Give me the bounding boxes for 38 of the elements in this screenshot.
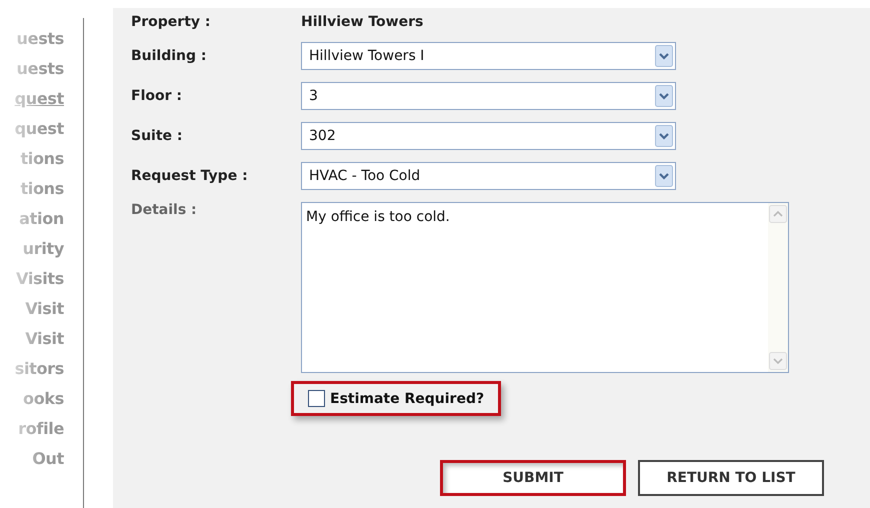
field-label: Building : <box>131 48 208 64</box>
sidebar-item[interactable]: ooks <box>23 387 64 410</box>
estimate-checkbox[interactable]: Estimate Required? <box>291 381 502 416</box>
sidebar-item[interactable]: tions <box>20 147 64 170</box>
sidebar-item[interactable]: Visits <box>16 267 64 290</box>
dropdown[interactable]: Hillview Towers I <box>301 42 676 70</box>
sidebar-item[interactable]: ation <box>19 207 64 230</box>
chevron-down-icon <box>655 125 673 147</box>
scrollbar[interactable] <box>768 203 788 372</box>
sidebar-item[interactable]: Out <box>32 447 64 470</box>
chevron-down-icon <box>655 85 673 107</box>
scroll-down-icon[interactable] <box>769 352 787 370</box>
return-button[interactable]: RETURN TO LIST <box>638 460 824 496</box>
dropdown[interactable]: HVAC - Too Cold <box>301 162 676 190</box>
chevron-down-icon <box>655 165 673 187</box>
sidebar-item[interactable]: Visit <box>25 327 64 350</box>
sidebar-item[interactable]: uests <box>16 27 64 50</box>
field-label: Request Type : <box>131 168 249 184</box>
field-label: Floor : <box>131 88 183 104</box>
sidebar-item[interactable]: Visit <box>25 297 64 320</box>
sidebar-item[interactable]: quest <box>14 87 64 110</box>
sidebar-item[interactable]: urity <box>22 237 64 260</box>
field-label: Property : <box>131 14 212 30</box>
field-label: Details : <box>131 202 198 218</box>
chevron-down-icon <box>655 45 673 67</box>
sidebar-item[interactable]: rofile <box>18 417 64 440</box>
scroll-up-icon[interactable] <box>769 205 787 223</box>
dropdown[interactable]: 302 <box>301 122 676 150</box>
sidebar-item[interactable]: tions <box>20 177 64 200</box>
submit-button[interactable]: SUBMIT <box>440 460 626 496</box>
property-value: Hillview Towers <box>301 14 424 30</box>
sidebar-item[interactable]: sitors <box>14 357 64 380</box>
details-field[interactable]: My office is too cold. <box>301 202 789 373</box>
field-label: Suite : <box>131 128 184 144</box>
checkbox[interactable] <box>308 390 325 407</box>
sidebar-item[interactable]: uests <box>16 57 64 80</box>
sidebar-item[interactable]: quest <box>14 117 64 140</box>
dropdown[interactable]: 3 <box>301 82 676 110</box>
